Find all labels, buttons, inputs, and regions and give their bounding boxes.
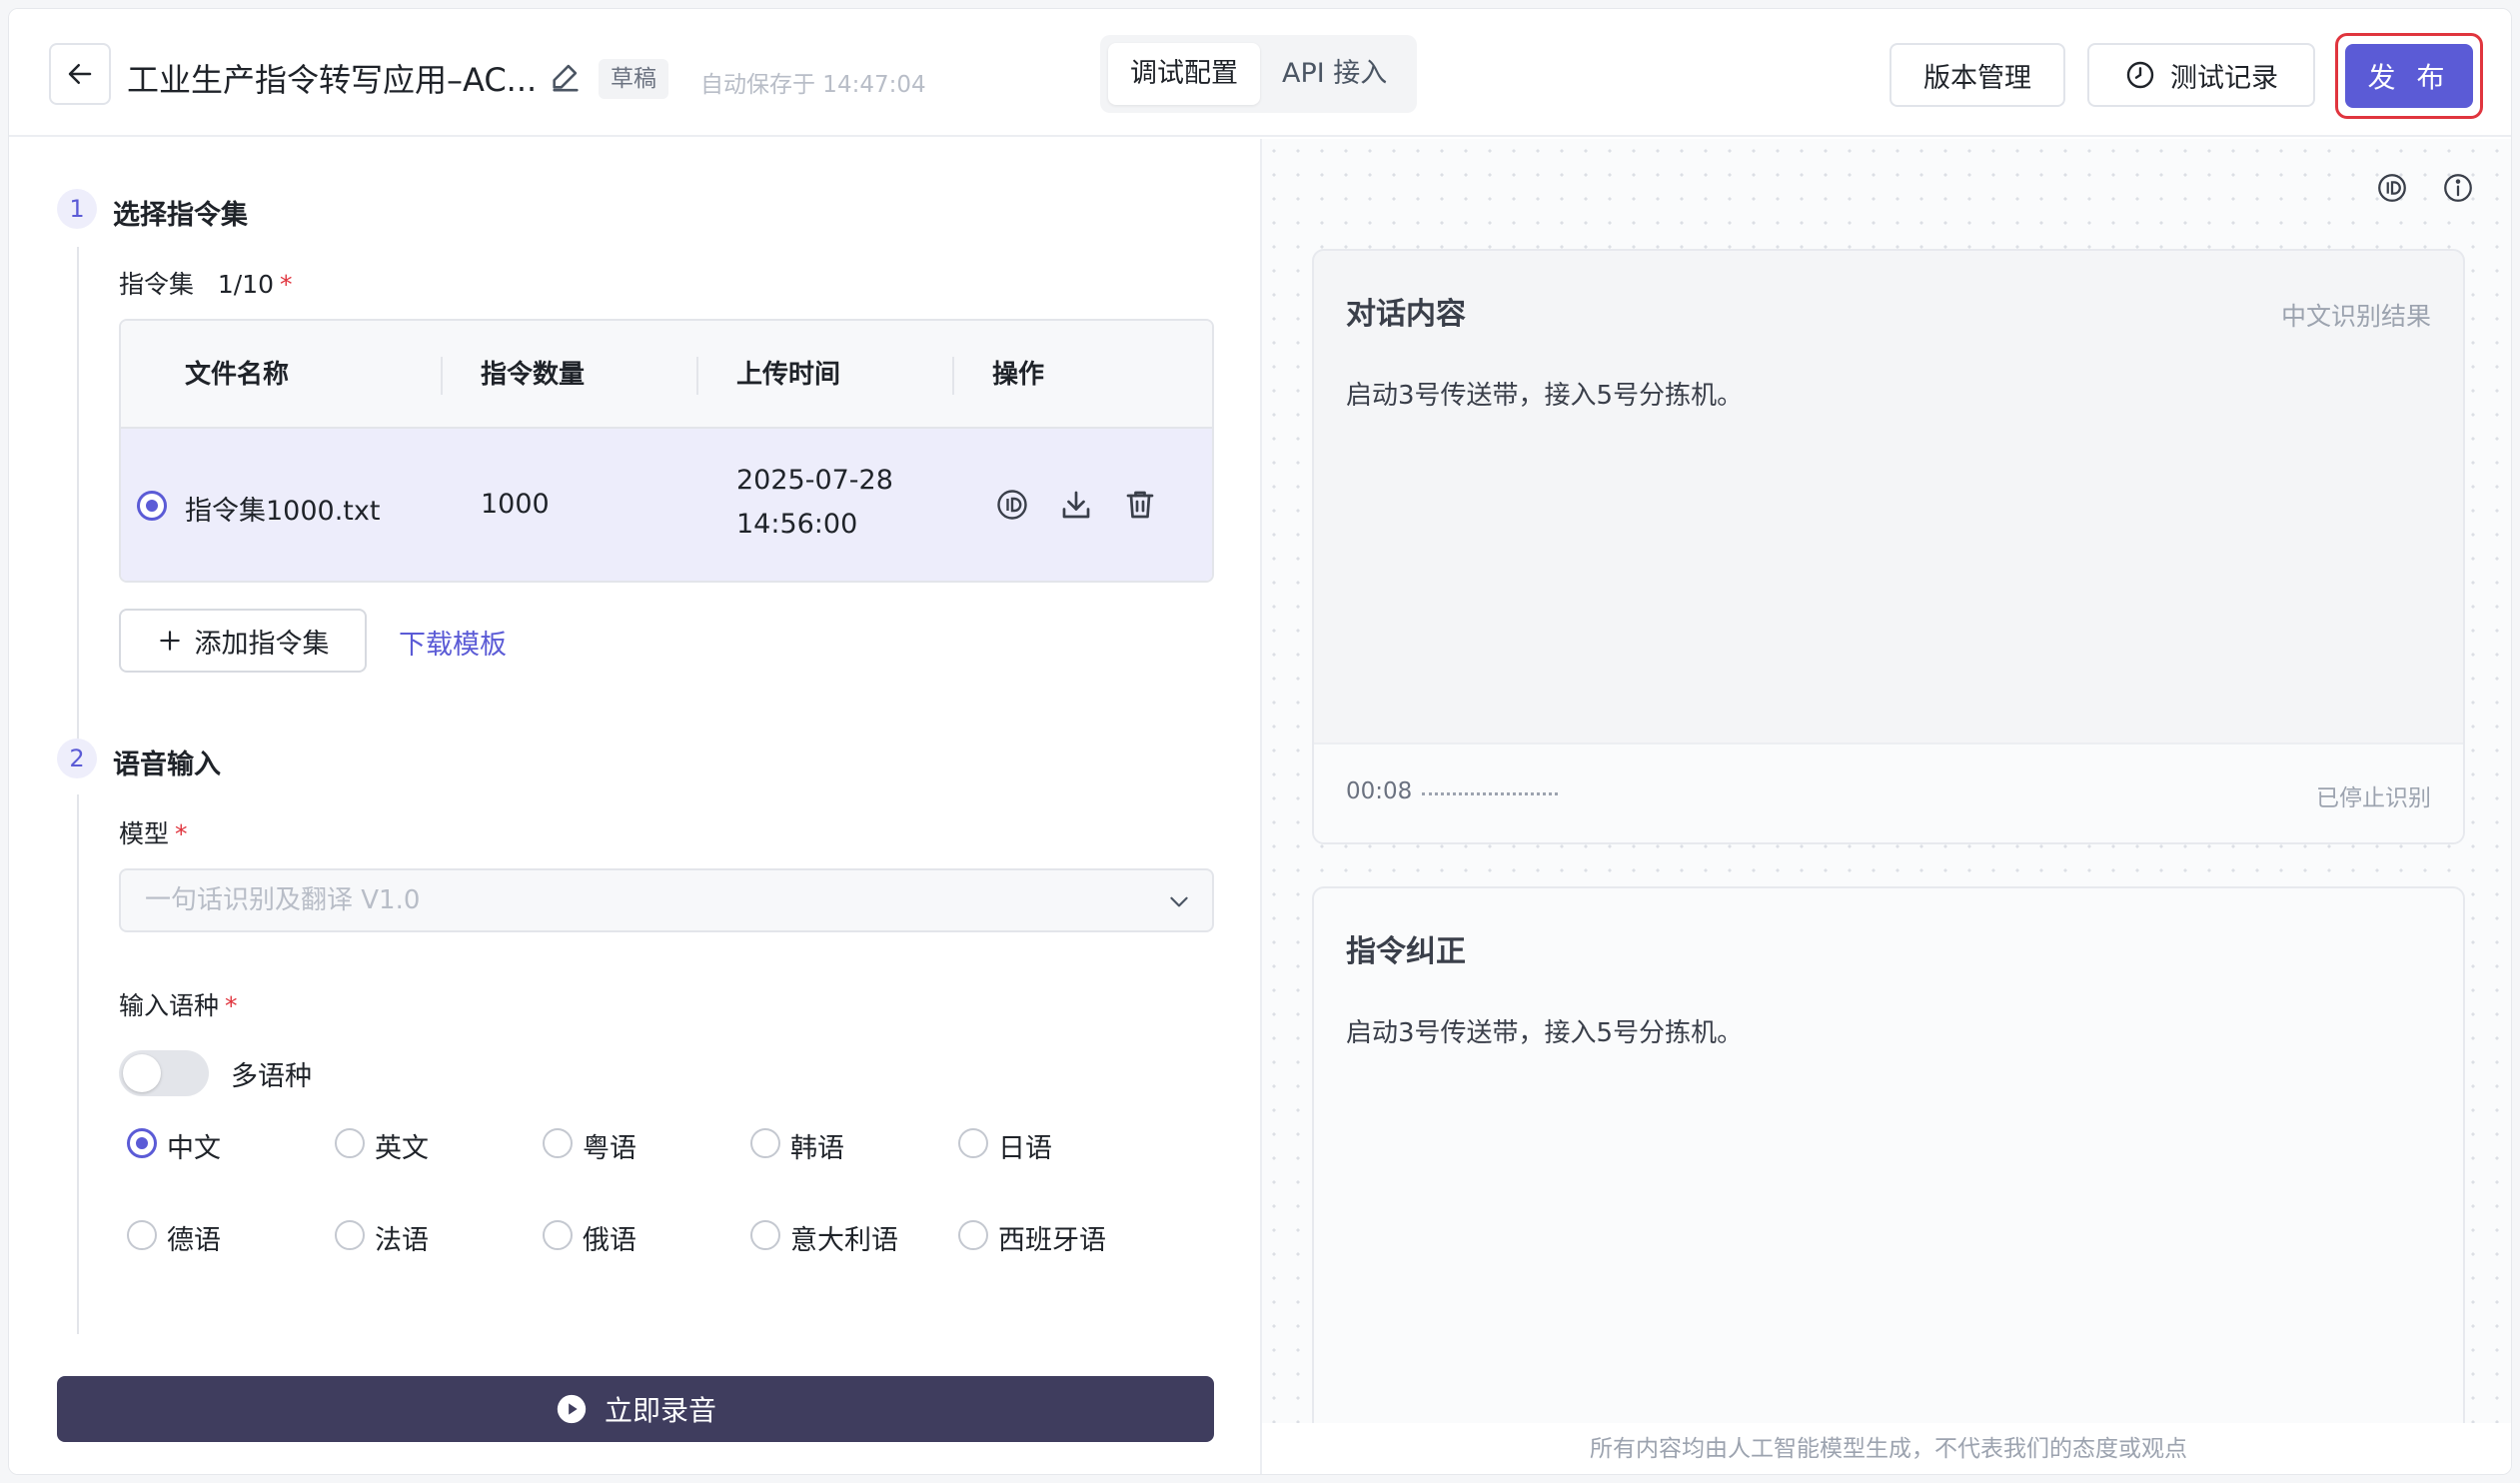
- language-label: 英文: [375, 1133, 429, 1164]
- language-label: 法语: [375, 1225, 429, 1256]
- language-label: 意大利语: [790, 1225, 898, 1256]
- table-header: 文件名称 指令数量 上传时间 操作: [121, 321, 1212, 429]
- corrected-instruction: 启动3号传送带，接入5号分拣机。: [1346, 1018, 1744, 1048]
- preview-panel: 对话内容 中文识别结果 启动3号传送带，接入5号分拣机。 00:08 已停止识别…: [1260, 139, 2511, 1474]
- radio-russian[interactable]: [543, 1220, 573, 1250]
- model-select-value: 一句话识别及翻译 V1.0: [145, 885, 421, 915]
- language-label: 粤语: [583, 1133, 636, 1164]
- input-language-label: 输入语种 *: [119, 991, 238, 1020]
- ai-disclaimer: 所有内容均由人工智能模型生成，不代表我们的态度或观点: [1262, 1423, 2511, 1474]
- step-number: 2: [57, 739, 97, 778]
- test-record-label: 测试记录: [2170, 62, 2278, 94]
- language-label: 俄语: [583, 1225, 636, 1256]
- dialog-status-bar: 00:08 已停止识别: [1314, 742, 2463, 842]
- model-label: 模型 *: [119, 819, 188, 848]
- waveform-indicator: [1422, 792, 1558, 795]
- recording-timer: 00:08: [1346, 778, 1413, 804]
- record-now-button[interactable]: 立即录音: [57, 1376, 1214, 1442]
- app-window: 工业生产指令转写应用–AC... 草稿 自动保存于 14:47:04 调试配置 …: [8, 8, 2512, 1475]
- language-label: 德语: [167, 1225, 221, 1256]
- download-icon[interactable]: [1058, 487, 1094, 523]
- radio-italian[interactable]: [750, 1220, 780, 1250]
- upload-time: 14:56:00: [736, 509, 858, 540]
- publish-button[interactable]: 发 布: [2345, 44, 2473, 108]
- tab-api-access[interactable]: API 接入: [1260, 43, 1409, 105]
- add-instruction-set-button[interactable]: 添加指令集: [119, 609, 367, 673]
- instruction-set-count: 1/10: [217, 270, 274, 299]
- step-title-voice-input: 语音输入: [113, 749, 221, 780]
- radio-german[interactable]: [127, 1220, 157, 1250]
- instruction-set-label: 指令集 1/10 *: [119, 270, 293, 299]
- radio-chinese[interactable]: [127, 1128, 157, 1158]
- model-select[interactable]: 一句话识别及翻译 V1.0: [119, 868, 1214, 932]
- config-panel: 1 选择指令集 指令集 1/10 * 文件名称 指令数量 上传时间 操作 指令集1…: [9, 139, 1258, 1474]
- edit-title-icon[interactable]: [549, 59, 583, 93]
- dialog-transcript: 启动3号传送带，接入5号分拣机。: [1346, 381, 1744, 411]
- dialog-content-title: 对话内容: [1346, 297, 1466, 332]
- instruction-correction-card: 指令纠正 启动3号传送带，接入5号分拣机。: [1312, 886, 2465, 1446]
- version-management-label: 版本管理: [1923, 62, 2031, 94]
- file-name: 指令集1000.txt: [185, 496, 381, 527]
- table-row[interactable]: 指令集1000.txt 1000 2025-07-28 14:56:00: [121, 429, 1212, 581]
- radio-cantonese[interactable]: [543, 1128, 573, 1158]
- info-icon[interactable]: [2441, 171, 2475, 205]
- play-icon: [557, 1394, 587, 1424]
- language-label: 西班牙语: [998, 1225, 1106, 1256]
- step-connector: [77, 794, 79, 1334]
- download-template-link[interactable]: 下载模板: [399, 623, 507, 662]
- column-header: 文件名称: [185, 360, 290, 390]
- chevron-down-icon: [1170, 896, 1188, 907]
- mode-tabs: 调试配置 API 接入: [1100, 35, 1418, 113]
- step-number: 1: [57, 189, 97, 229]
- id-icon[interactable]: [2375, 171, 2409, 205]
- clock-icon: [2126, 61, 2154, 89]
- row-select-radio[interactable]: [137, 491, 167, 521]
- language-label: 中文: [167, 1133, 221, 1164]
- record-now-label: 立即录音: [604, 1394, 716, 1427]
- back-button[interactable]: [49, 43, 111, 105]
- upload-date: 2025-07-28: [736, 465, 893, 496]
- add-instruction-set-label: 添加指令集: [194, 628, 330, 660]
- recognition-mode-label: 中文识别结果: [2280, 302, 2431, 331]
- dialog-content-card: 对话内容 中文识别结果 启动3号传送带，接入5号分拣机。 00:08 已停止识别: [1312, 249, 2465, 844]
- step-title-instruction-set: 选择指令集: [113, 200, 248, 231]
- column-header: 操作: [992, 360, 1045, 390]
- column-header: 指令数量: [481, 360, 586, 390]
- column-divider: [952, 357, 954, 395]
- step-connector: [77, 247, 79, 741]
- column-header: 上传时间: [736, 360, 841, 390]
- column-divider: [696, 357, 698, 395]
- trash-icon[interactable]: [1122, 487, 1158, 523]
- correction-title: 指令纠正: [1346, 934, 1466, 969]
- instruction-set-table: 文件名称 指令数量 上传时间 操作 指令集1000.txt 1000 2025-…: [119, 319, 1214, 583]
- instruction-count: 1000: [481, 489, 550, 520]
- radio-spanish[interactable]: [958, 1220, 988, 1250]
- radio-korean[interactable]: [750, 1128, 780, 1158]
- version-management-button[interactable]: 版本管理: [1890, 43, 2065, 107]
- top-bar: 工业生产指令转写应用–AC... 草稿 自动保存于 14:47:04 调试配置 …: [9, 9, 2511, 137]
- multi-language-label: 多语种: [231, 1061, 312, 1092]
- autosave-status: 自动保存于 14:47:04: [700, 72, 926, 98]
- radio-japanese[interactable]: [958, 1128, 988, 1158]
- plus-icon: [159, 631, 180, 651]
- language-label: 日语: [998, 1133, 1052, 1164]
- recognition-status: 已停止识别: [2316, 785, 2431, 811]
- language-label: 韩语: [790, 1133, 844, 1164]
- multi-language-toggle[interactable]: [119, 1050, 209, 1096]
- id-icon[interactable]: [994, 487, 1030, 523]
- radio-french[interactable]: [335, 1220, 365, 1250]
- radio-english[interactable]: [335, 1128, 365, 1158]
- column-divider: [441, 357, 443, 395]
- arrow-left-icon: [68, 64, 92, 84]
- test-record-button[interactable]: 测试记录: [2087, 43, 2315, 107]
- tab-debug-config[interactable]: 调试配置: [1108, 43, 1260, 105]
- draft-badge: 草稿: [599, 59, 668, 99]
- publish-highlight: 发 布: [2335, 33, 2483, 119]
- app-title: 工业生产指令转写应用–AC...: [127, 61, 538, 99]
